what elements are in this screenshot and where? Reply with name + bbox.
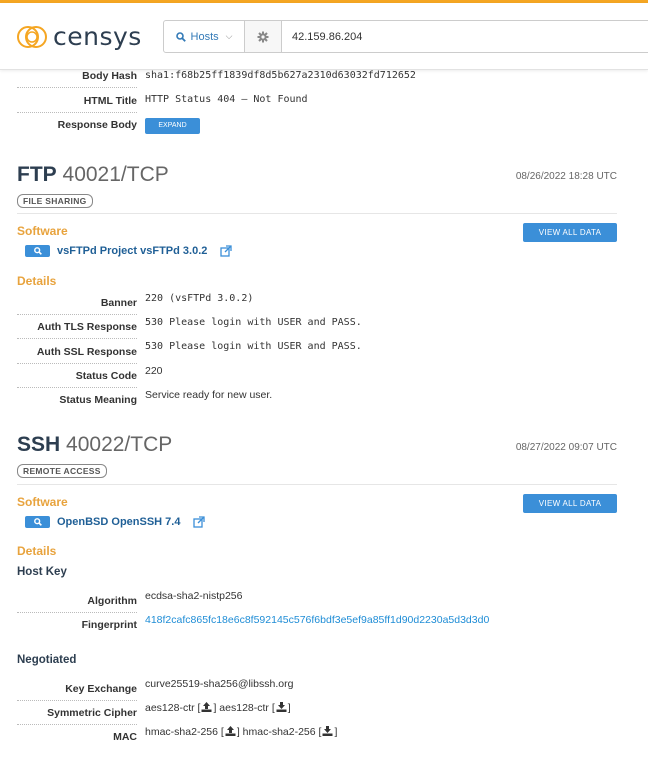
- external-link-icon[interactable]: [220, 245, 233, 257]
- search-input[interactable]: 42.159.86.204: [282, 21, 648, 52]
- banner-value: 220 (vsFTPd 3.0.2): [145, 293, 254, 304]
- search-icon: [175, 31, 186, 42]
- protocol-name: SSH: [17, 433, 61, 456]
- detail-row: Response Body: [17, 113, 137, 137]
- service-tag[interactable]: FILE SHARING: [17, 194, 93, 208]
- upload-icon: [225, 726, 236, 736]
- key-exchange-value: curve25519-sha256@libssh.org: [145, 678, 294, 690]
- row-label: Key Exchange: [65, 683, 137, 695]
- auth-ssl-value: 530 Please login with USER and PASS.: [145, 341, 362, 352]
- service-port: 40021/TCP: [62, 163, 169, 186]
- row-label: Banner: [100, 297, 137, 309]
- search-type-dropdown[interactable]: Hosts ⌵: [164, 21, 245, 52]
- external-link-icon[interactable]: [193, 516, 206, 528]
- details-heading: Details: [17, 544, 57, 558]
- software-heading: Software: [17, 224, 68, 238]
- gear-icon: [257, 31, 269, 42]
- status-meaning-value: Service ready for new user.: [145, 389, 273, 401]
- search-type-label: Hosts: [190, 30, 219, 43]
- scan-date: 08/27/2022 09:07 UTC: [515, 442, 617, 453]
- detail-row: Banner: [17, 291, 137, 315]
- detail-row: Auth SSL Response: [17, 340, 137, 364]
- row-label: Auth TLS Response: [37, 321, 137, 333]
- divider: [17, 213, 617, 214]
- upload-icon: [201, 702, 212, 712]
- html-title-value: HTTP Status 404 – Not Found: [145, 94, 308, 105]
- detail-row: Symmetric Cipher: [17, 701, 137, 725]
- view-all-data-button[interactable]: VIEW ALL DATA: [523, 223, 617, 242]
- service-tag[interactable]: REMOTE ACCESS: [17, 464, 107, 478]
- search-icon[interactable]: [25, 516, 50, 528]
- protocol-name: FTP: [17, 163, 57, 186]
- row-label: Status Meaning: [59, 394, 137, 406]
- software-link[interactable]: OpenBSD OpenSSH 7.4: [57, 516, 180, 528]
- row-label: Fingerprint: [81, 619, 137, 631]
- row-label: Algorithm: [87, 595, 137, 607]
- negotiated-heading: Negotiated: [17, 654, 77, 666]
- chevron-down-icon: ⌵: [225, 31, 233, 41]
- search-bar: Hosts ⌵ 42.159.86.204: [163, 20, 648, 53]
- search-icon[interactable]: [25, 245, 50, 257]
- scan-date: 08/26/2022 18:28 UTC: [515, 171, 617, 182]
- detail-row: MAC: [17, 725, 137, 749]
- service-title-ssh: SSH 40022/TCP: [17, 433, 172, 457]
- host-key-heading: Host Key: [17, 566, 67, 578]
- body-hash-value: sha1:f68b25ff1839df8d5b627a2310d63032fd7…: [145, 70, 416, 81]
- status-code-value: 220: [145, 365, 163, 377]
- software-heading: Software: [17, 495, 68, 509]
- details-heading: Details: [17, 274, 57, 288]
- mac-client: hmac-sha2-256: [145, 726, 218, 738]
- cipher-client: aes128-ctr: [145, 702, 195, 714]
- download-icon: [322, 726, 333, 736]
- view-all-data-button[interactable]: VIEW ALL DATA: [523, 494, 617, 513]
- settings-button[interactable]: [245, 21, 282, 52]
- detail-row: HTML Title: [17, 89, 137, 113]
- software-item[interactable]: OpenBSD OpenSSH 7.4: [25, 516, 206, 528]
- algorithm-value: ecdsa-sha2-nistp256: [145, 590, 243, 602]
- expand-button[interactable]: EXPAND: [145, 118, 200, 134]
- header: censys Hosts ⌵ 42.159.86.204: [0, 3, 648, 70]
- detail-row: Status Code: [17, 364, 137, 388]
- row-label: Auth SSL Response: [36, 346, 137, 358]
- service-port: 40022/TCP: [66, 433, 173, 456]
- auth-tls-value: 530 Please login with USER and PASS.: [145, 317, 362, 328]
- detail-row: Key Exchange: [17, 677, 137, 701]
- row-label: HTML Title: [83, 95, 137, 107]
- cipher-server: aes128-ctr: [219, 702, 269, 714]
- software-item[interactable]: vsFTPd Project vsFTPd 3.0.2: [25, 245, 233, 257]
- service-title-ftp: FTP 40021/TCP: [17, 163, 169, 187]
- censys-logo[interactable]: censys: [17, 22, 142, 51]
- censys-logo-icon: [17, 25, 47, 48]
- software-link[interactable]: vsFTPd Project vsFTPd 3.0.2: [57, 245, 207, 257]
- row-label: Status Code: [75, 370, 137, 382]
- logo-text: censys: [53, 22, 142, 51]
- mac-server: hmac-sha2-256: [242, 726, 316, 738]
- detail-row: Fingerprint: [17, 613, 137, 637]
- divider: [17, 484, 617, 485]
- row-label: Response Body: [57, 119, 137, 131]
- detail-row: Auth TLS Response: [17, 315, 137, 339]
- detail-row: Algorithm: [17, 589, 137, 613]
- symmetric-cipher-value: aes128-ctr [] aes128-ctr []: [145, 702, 291, 714]
- fingerprint-link[interactable]: 418f2cafc865fc18e6c8f592145c576f6bdf3e5e…: [145, 614, 489, 626]
- mac-value: hmac-sha2-256 [] hmac-sha2-256 []: [145, 726, 338, 738]
- download-icon: [276, 702, 287, 712]
- row-label: MAC: [113, 731, 137, 743]
- row-label: Symmetric Cipher: [47, 707, 137, 719]
- row-label: Body Hash: [82, 70, 137, 82]
- detail-row: Status Meaning: [17, 388, 137, 412]
